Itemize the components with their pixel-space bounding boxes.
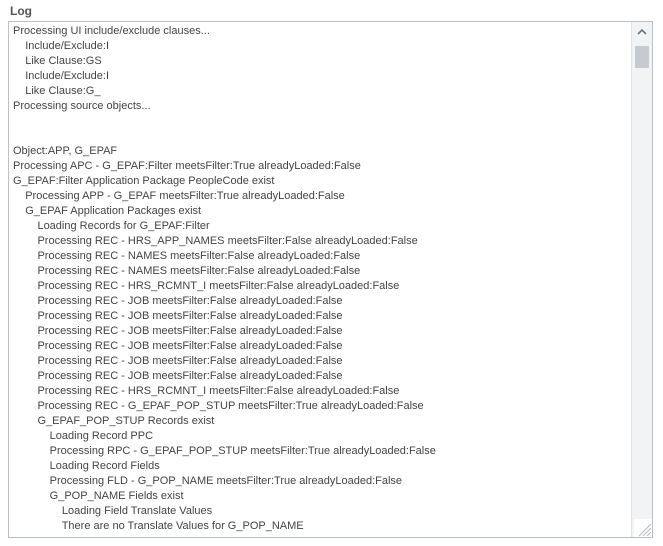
log-line: Processing REC - JOB meetsFilter:False a… — [13, 339, 628, 354]
log-line: Processing REC - JOB meetsFilter:False a… — [13, 294, 628, 309]
log-line: Processing REC - NAMES meetsFilter:False… — [13, 264, 628, 279]
log-line: There are no Translate Values for G_POP_… — [13, 519, 628, 534]
resize-grip[interactable] — [634, 519, 652, 537]
resize-grip-icon — [634, 519, 652, 537]
vertical-scrollbar[interactable] — [631, 22, 652, 537]
log-line: G_EPAF Application Packages exist — [13, 204, 628, 219]
log-line: Processing REC - JOB meetsFilter:False a… — [13, 369, 628, 384]
log-line: Processing REC - HRS_RCMNT_I meetsFilter… — [13, 384, 628, 399]
log-line: Loading Record Fields — [13, 459, 628, 474]
log-line: Processing REC - HRS_APP_NAMES meetsFilt… — [13, 234, 628, 249]
log-line: Object:APP, G_EPAF — [13, 144, 628, 159]
log-line: Like Clause:G_ — [13, 84, 628, 99]
log-line: Processing REC - JOB meetsFilter:False a… — [13, 354, 628, 369]
panel-title: Log — [10, 4, 655, 18]
log-line: Processing APC - G_EPAF:Filter meetsFilt… — [13, 159, 628, 174]
scroll-up-button[interactable] — [632, 22, 652, 42]
log-line: Include/Exclude:I — [13, 69, 628, 84]
log-line: Processing source objects... — [13, 99, 628, 114]
log-line: Loading Field Translate Values — [13, 504, 628, 519]
log-line: Processing RPC - G_EPAF_POP_STUP meetsFi… — [13, 444, 628, 459]
log-content: Processing UI include/exclude clauses...… — [9, 22, 632, 537]
log-line: Processing APP - G_EPAF meetsFilter:True… — [13, 189, 628, 204]
log-line: Like Clause:GS — [13, 54, 628, 69]
log-line: Processing REC - HRS_RCMNT_I meetsFilter… — [13, 279, 628, 294]
log-line: G_EPAF:Filter Application Package People… — [13, 174, 628, 189]
scrollbar-thumb[interactable] — [635, 46, 649, 68]
log-line — [13, 114, 628, 129]
log-line: Loading Records for G_EPAF:Filter — [13, 219, 628, 234]
log-textarea[interactable]: Processing UI include/exclude clauses...… — [8, 21, 653, 538]
log-line — [13, 129, 628, 144]
log-line: Processing FLD - G_POP_NAME meetsFilter:… — [13, 474, 628, 489]
log-panel: Log Processing UI include/exclude clause… — [0, 0, 663, 546]
log-line: Include/Exclude:I — [13, 39, 628, 54]
log-line: Processing REC - JOB meetsFilter:False a… — [13, 309, 628, 324]
log-line: Loading Record PPC — [13, 429, 628, 444]
log-line: Processing REC - JOB meetsFilter:False a… — [13, 324, 628, 339]
log-line: Processing REC - NAMES meetsFilter:False… — [13, 249, 628, 264]
log-line: Processing REC - G_EPAF_POP_STUP meetsFi… — [13, 399, 628, 414]
scrollbar-track[interactable] — [632, 42, 652, 517]
log-line: Processing UI include/exclude clauses... — [13, 24, 628, 39]
log-line: G_POP_NAME Fields exist — [13, 489, 628, 504]
log-line: G_EPAF_POP_STUP Records exist — [13, 414, 628, 429]
chevron-up-icon — [637, 27, 647, 37]
